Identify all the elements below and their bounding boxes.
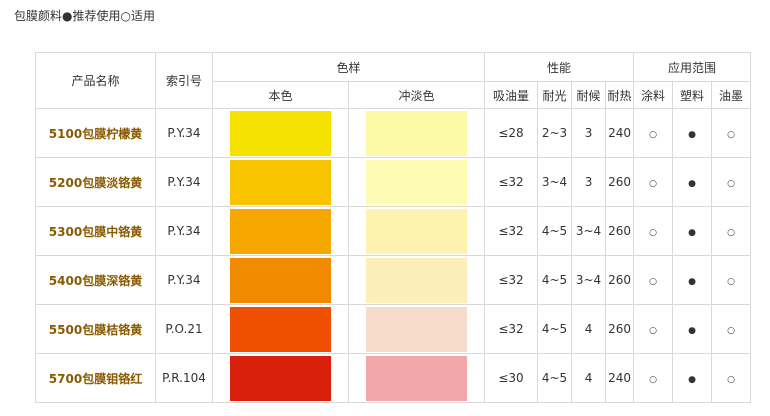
product-name: 5500包膜桔铬黄 [35,304,156,354]
table-body: 5100包膜柠檬黄 P.Y.34 ≤28 2~3 3 240 ○ ● ○ 520… [35,108,752,403]
weather-value: 3~4 [571,255,607,305]
table-row: 5400包膜深铬黄 P.Y.34 ≤32 4~5 3~4 260 ○ ● ○ [35,255,752,305]
lightfastness-value: 4~5 [537,255,573,305]
coatings-mark: ○ [649,228,657,238]
index-number: P.Y.34 [155,157,213,207]
masstone-swatch [230,355,331,401]
heat-value: 260 [605,206,635,256]
oil-absorption-value: ≤32 [484,304,539,354]
tint-swatch [366,208,467,254]
lightfastness-value: 4~5 [537,206,573,256]
header-lightfastness: 耐光 [537,81,573,109]
heat-value: 240 [605,108,635,158]
ink-mark: ○ [727,179,735,189]
plastics-mark: ● [688,277,696,287]
header-oil-absorption: 吸油量 [484,81,539,109]
header-index-no: 索引号 [155,52,213,109]
pigment-spec-table: 产品名称 索引号 色样 性能 应用范围 本色 冲淡色 吸油量 耐光 耐候 耐热 … [35,52,752,403]
plastics-mark: ● [688,228,696,238]
header-heat-resistance: 耐热 [605,81,635,109]
plastics-mark: ● [688,130,696,140]
heat-value: 260 [605,157,635,207]
oil-absorption-value: ≤32 [484,206,539,256]
coatings-mark: ○ [649,277,657,287]
weather-value: 3~4 [571,206,607,256]
heat-value: 260 [605,255,635,305]
header-tint: 冲淡色 [347,81,486,109]
header-product-name: 产品名称 [35,52,156,109]
heat-value: 260 [605,304,635,354]
header-properties: 性能 [484,52,635,82]
lightfastness-value: 3~4 [537,157,573,207]
masstone-swatch [230,159,331,205]
coatings-mark: ○ [649,326,657,336]
coatings-mark: ○ [649,179,657,189]
lightfastness-value: 4~5 [537,304,573,354]
coatings-mark: ○ [649,375,657,385]
table-row: 5500包膜桔铬黄 P.O.21 ≤32 4~5 4 260 ○ ● ○ [35,304,752,354]
oil-absorption-value: ≤28 [484,108,539,158]
product-name: 5100包膜柠檬黄 [35,108,156,158]
legend-caption: 包膜颜料●推荐使用○适用 [14,9,155,23]
header-masstone: 本色 [212,81,349,109]
tint-swatch [366,306,467,352]
masstone-swatch [230,110,331,156]
header-coatings: 涂料 [633,81,674,109]
masstone-swatch [230,208,331,254]
header-color-sample: 色样 [211,52,486,82]
tint-swatch [366,110,467,156]
oil-absorption-value: ≤30 [484,353,539,403]
oil-absorption-value: ≤32 [484,157,539,207]
plastics-mark: ● [688,375,696,385]
tint-swatch [366,257,467,303]
index-number: P.Y.34 [155,255,213,305]
plastics-mark: ● [688,326,696,336]
header-ink: 油墨 [711,81,752,109]
table-row: 5100包膜柠檬黄 P.Y.34 ≤28 2~3 3 240 ○ ● ○ [35,108,752,158]
header-weather-resistance: 耐候 [571,81,607,109]
table-row: 5200包膜淡铬黄 P.Y.34 ≤32 3~4 3 260 ○ ● ○ [35,157,752,207]
header-plastics: 塑料 [672,81,713,109]
header-application: 应用范围 [633,52,752,82]
weather-value: 4 [571,353,607,403]
weather-value: 3 [571,157,607,207]
index-number: P.O.21 [155,304,213,354]
index-number: P.R.104 [155,353,213,403]
ink-mark: ○ [727,326,735,336]
index-number: P.Y.34 [155,108,213,158]
tint-swatch [366,355,467,401]
plastics-mark: ● [688,179,696,189]
coatings-mark: ○ [649,130,657,140]
ink-mark: ○ [727,228,735,238]
tint-swatch [366,159,467,205]
lightfastness-value: 4~5 [537,353,573,403]
index-number: P.Y.34 [155,206,213,256]
product-name: 5400包膜深铬黄 [35,255,156,305]
weather-value: 4 [571,304,607,354]
masstone-swatch [230,257,331,303]
ink-mark: ○ [727,130,735,140]
weather-value: 3 [571,108,607,158]
oil-absorption-value: ≤32 [484,255,539,305]
heat-value: 240 [605,353,635,403]
product-name: 5300包膜中铬黄 [35,206,156,256]
lightfastness-value: 2~3 [537,108,573,158]
product-name: 5200包膜淡铬黄 [35,157,156,207]
product-name: 5700包膜钼铬红 [35,353,156,403]
table-row: 5700包膜钼铬红 P.R.104 ≤30 4~5 4 240 ○ ● ○ [35,353,752,403]
ink-mark: ○ [727,277,735,287]
table-row: 5300包膜中铬黄 P.Y.34 ≤32 4~5 3~4 260 ○ ● ○ [35,206,752,256]
masstone-swatch [230,306,331,352]
ink-mark: ○ [727,375,735,385]
